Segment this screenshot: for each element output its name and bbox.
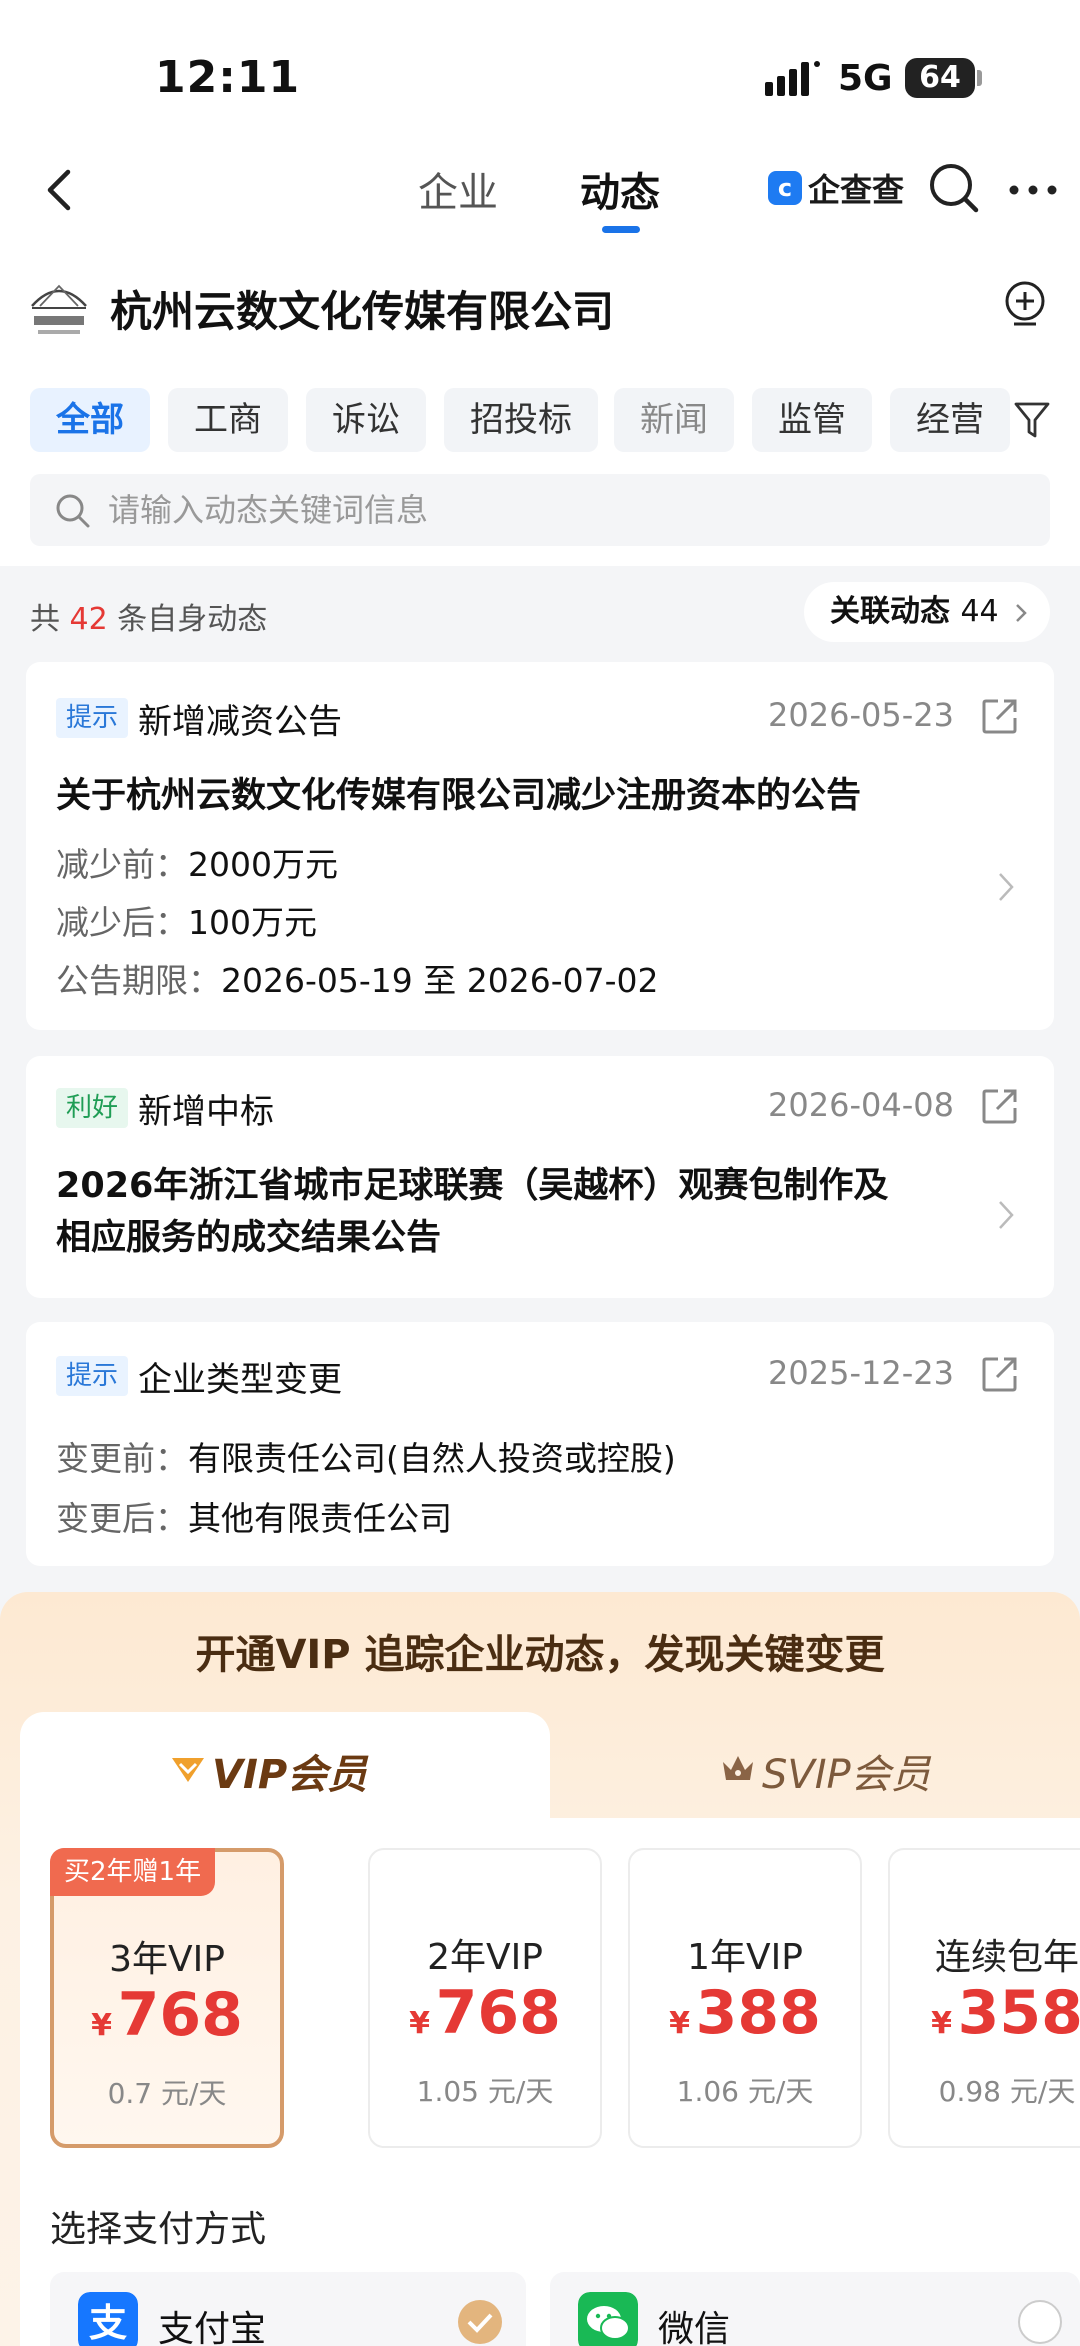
plan-price: ¥ 388 (669, 1978, 821, 2048)
card-date: 2026-04-08 (768, 1086, 954, 1124)
vip-body: 买2年赠1年 3年VIP ¥ 768 0.7 元/天 2年VIP ¥ 768 1… (20, 1818, 1080, 2346)
self-count-text: 共 42 条自身动态 (30, 602, 268, 637)
plan-name: 连续包年 (934, 1937, 1079, 1978)
filter-chip-all[interactable]: 全部 (30, 388, 150, 452)
plan-card-2yr[interactable]: 2年VIP ¥ 768 1.05 元/天 (368, 1848, 602, 2148)
company-logo-icon (31, 284, 87, 334)
filter-icon[interactable] (1012, 398, 1052, 442)
add-circle-icon[interactable] (1000, 278, 1050, 328)
search-icon (56, 494, 90, 528)
card-title: 关于杭州云数文化传媒有限公司减少注册资本的公告 (56, 776, 862, 816)
card-field: 变更前：有限责任公司(自然人投资或控股) (56, 1439, 676, 1478)
more-icon[interactable] (1008, 184, 1058, 196)
back-icon[interactable] (40, 160, 80, 220)
pay-method-title: 选择支付方式 (50, 2209, 267, 2250)
chevron-right-icon (1016, 604, 1027, 622)
search-icon[interactable] (926, 160, 982, 216)
plan-name: 2年VIP (427, 1937, 543, 1978)
qcc-logo[interactable]: c 企查查 (768, 164, 904, 212)
card-field: 减少后：100万元 (56, 903, 317, 942)
card-field: 减少前：2000万元 (56, 845, 338, 884)
search-input[interactable] (108, 474, 1008, 546)
tab-underline (602, 226, 640, 233)
pay-label: 支付宝 (158, 2309, 267, 2346)
plan-daily-price: 0.7 元/天 (107, 2077, 227, 2110)
pay-label: 微信 (658, 2309, 731, 2346)
plan-daily-price: 1.06 元/天 (676, 2075, 814, 2108)
tab-svip[interactable]: SVIP会员 (762, 1742, 931, 1800)
filter-chip-business[interactable]: 工商 (168, 388, 288, 452)
tab-enterprise[interactable]: 企业 (418, 160, 498, 218)
card-title: 2026年浙江省城市足球联赛（吴越杯）观赛包制作及 相应服务的成交结果公告 (56, 1166, 889, 1258)
plan-card-1yr[interactable]: 1年VIP ¥ 388 1.06 元/天 (628, 1848, 862, 2148)
vip-panel: 开通VIP 追踪企业动态，发现关键变更 VIP会员 SVIP会员 买2年赠1年 … (0, 1592, 1080, 2346)
card-date: 2025-12-23 (768, 1354, 954, 1392)
vip-headline: 开通VIP 追踪企业动态，发现关键变更 (195, 1632, 885, 1678)
filter-chips: 全部 工商 诉讼 招投标 新闻 监管 经营 (30, 388, 1080, 452)
chevron-right-icon (999, 1201, 1014, 1229)
pay-option-alipay[interactable]: 支 支付宝 (50, 2272, 526, 2346)
battery-icon: 64 (905, 58, 975, 98)
alipay-icon: 支 (78, 2292, 138, 2346)
self-count: 42 (69, 602, 108, 637)
chevron-right-icon (999, 873, 1014, 901)
company-name: 杭州云数文化传媒有限公司 (110, 287, 615, 336)
plan-card-3yr[interactable]: 买2年赠1年 3年VIP ¥ 768 0.7 元/天 (50, 1848, 284, 2148)
filter-chip-litigation[interactable]: 诉讼 (306, 388, 426, 452)
tag-positive: 利好 (56, 1088, 129, 1128)
card-field: 公告期限：2026-05-19 至 2026-07-02 (56, 961, 659, 1000)
plan-price: ¥ 768 (91, 1980, 243, 2050)
vip-tabs: VIP会员 SVIP会员 (20, 1712, 1080, 1820)
network-label: 5G (838, 58, 893, 99)
plan-daily-price: 1.05 元/天 (416, 2075, 554, 2108)
svg-text:支: 支 (89, 2301, 127, 2345)
summary-row: 共 42 条自身动态 关联动态 44 (0, 576, 1080, 648)
open-link-icon[interactable] (980, 1354, 1020, 1394)
plan-price: ¥ 358 (931, 1978, 1080, 2048)
filter-chip-news[interactable]: 新闻 (614, 388, 734, 452)
card-type: 企业类型变更 (138, 1360, 342, 1400)
tag-tip: 提示 (56, 698, 129, 738)
plan-name: 1年VIP (687, 1937, 803, 1978)
card-type: 新增中标 (138, 1092, 274, 1132)
card-type: 新增减资公告 (138, 702, 342, 742)
signal-icon (765, 61, 820, 96)
filter-chip-operation[interactable]: 经营 (890, 388, 1010, 452)
plan-name: 3年VIP (109, 1939, 225, 1980)
dynamic-card[interactable]: 提示 企业类型变更 2025-12-23 变更前：有限责任公司(自然人投资或控股… (26, 1322, 1054, 1566)
unchecked-icon (1018, 2300, 1062, 2344)
card-date: 2026-05-23 (768, 696, 954, 734)
dynamic-card[interactable]: 利好 新增中标 2026-04-08 2026年浙江省城市足球联赛（吴越杯）观赛… (26, 1056, 1054, 1298)
open-link-icon[interactable] (980, 696, 1020, 736)
tag-tip: 提示 (56, 1356, 129, 1396)
plan-card-auto-renew[interactable]: 连续包年 ¥ 358 0.98 元/天 (888, 1848, 1080, 2148)
promo-badge: 买2年赠1年 (50, 1848, 216, 1896)
plan-daily-price: 0.98 元/天 (938, 2075, 1076, 2108)
related-dynamics-button[interactable]: 关联动态 44 (804, 582, 1050, 642)
company-header: 杭州云数文化传媒有限公司 (0, 262, 1080, 352)
check-icon (458, 2300, 502, 2344)
battery-tip (977, 70, 982, 86)
plan-price: ¥ 768 (409, 1978, 561, 2048)
tab-vip[interactable]: VIP会员 (212, 1742, 367, 1800)
vip-diamond-icon (172, 1758, 204, 1782)
search-box[interactable] (30, 474, 1050, 546)
filter-chip-regulation[interactable]: 监管 (752, 388, 872, 452)
crown-icon (723, 1756, 753, 1780)
status-time: 12:11 (155, 52, 301, 103)
qcc-brand: 企查查 (808, 171, 905, 209)
open-link-icon[interactable] (980, 1086, 1020, 1126)
card-field: 变更后：其他有限责任公司 (56, 1499, 452, 1538)
dynamic-card[interactable]: 提示 新增减资公告 2026-05-23 关于杭州云数文化传媒有限公司减少注册资… (26, 662, 1054, 1030)
nav-bar: 企业 动态 c 企查查 (0, 140, 1080, 260)
pay-option-wechat[interactable]: 微信 (550, 2272, 1080, 2346)
tab-dynamics[interactable]: 动态 (580, 160, 660, 218)
qcc-mark-icon: c (768, 171, 802, 205)
wechat-icon (578, 2292, 638, 2346)
status-bar: 12:11 5G 64 (0, 0, 1080, 140)
filter-chip-bidding[interactable]: 招投标 (444, 388, 598, 452)
